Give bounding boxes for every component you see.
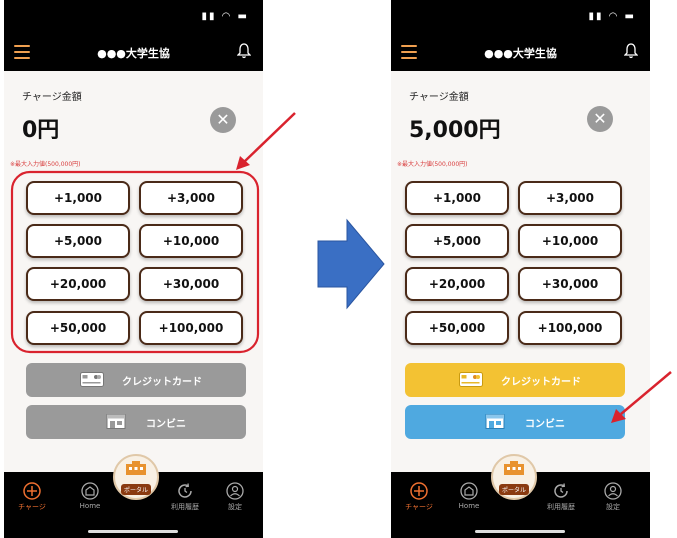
add-30000-button[interactable]: +30,000 bbox=[518, 267, 622, 301]
status-bar: ▮▮ ◠ ▬ bbox=[4, 0, 263, 34]
bottom-tab-bar: チャージ Home ポータル 利用履歴 設定 bbox=[4, 454, 263, 538]
signal-wifi-battery-icon: ▮▮ ◠ ▬ bbox=[588, 11, 636, 22]
history-icon bbox=[554, 483, 568, 498]
settings-user-icon bbox=[226, 482, 244, 500]
max-amount-note: ※最大入力値(500,000円) bbox=[397, 161, 468, 168]
home-indicator bbox=[88, 530, 178, 533]
add-50000-button[interactable]: +50,000 bbox=[405, 311, 509, 345]
add-3000-button[interactable]: +3,000 bbox=[139, 181, 243, 215]
app-title: ●●●大学生協 bbox=[97, 47, 170, 60]
clear-icon[interactable]: ✕ bbox=[587, 106, 613, 132]
tab-portal-label: ポータル bbox=[498, 484, 529, 495]
add-1000-button[interactable]: +1,000 bbox=[405, 181, 509, 215]
credit-card-icon bbox=[459, 372, 483, 387]
credit-card-icon bbox=[80, 372, 104, 387]
tab-settings-label: 設定 bbox=[228, 503, 242, 511]
charge-amount-value: 5,000円 bbox=[409, 118, 501, 143]
tab-settings[interactable]: 設定 bbox=[593, 482, 633, 512]
bell-icon[interactable] bbox=[237, 43, 251, 59]
max-amount-note: ※最大入力値(500,000円) bbox=[10, 161, 81, 168]
tab-charge[interactable]: チャージ bbox=[399, 482, 439, 512]
add-1000-button[interactable]: +1,000 bbox=[26, 181, 130, 215]
top-nav: ●●●大学生協 bbox=[4, 34, 263, 71]
add-3000-button[interactable]: +3,000 bbox=[518, 181, 622, 215]
add-100000-button[interactable]: +100,000 bbox=[518, 311, 622, 345]
tab-history[interactable]: 利用履歴 bbox=[165, 482, 205, 512]
charge-plus-icon bbox=[410, 482, 428, 500]
add-5000-button[interactable]: +5,000 bbox=[405, 224, 509, 258]
tab-history-label: 利用履歴 bbox=[171, 503, 199, 511]
credit-card-button[interactable]: クレジットカード bbox=[405, 363, 625, 397]
add-100000-button[interactable]: +100,000 bbox=[139, 311, 243, 345]
add-10000-button[interactable]: +10,000 bbox=[518, 224, 622, 258]
credit-card-label: クレジットカード bbox=[122, 377, 202, 388]
tab-settings[interactable]: 設定 bbox=[215, 482, 255, 512]
settings-user-icon bbox=[604, 482, 622, 500]
tab-portal-label: ポータル bbox=[120, 484, 151, 495]
add-20000-button[interactable]: +20,000 bbox=[405, 267, 509, 301]
home-icon bbox=[81, 482, 99, 500]
add-5000-button[interactable]: +5,000 bbox=[26, 224, 130, 258]
bell-icon[interactable] bbox=[624, 43, 638, 59]
charge-amount-value: 0円 bbox=[22, 118, 60, 143]
tab-charge[interactable]: チャージ bbox=[12, 482, 52, 512]
tab-home[interactable]: Home bbox=[449, 482, 489, 510]
convenience-store-button[interactable]: コンビニ bbox=[405, 405, 625, 439]
tab-settings-label: 設定 bbox=[606, 503, 620, 511]
tab-portal[interactable]: ポータル bbox=[491, 454, 537, 500]
home-indicator bbox=[475, 530, 565, 533]
add-50000-button[interactable]: +50,000 bbox=[26, 311, 130, 345]
phone-screen-before: ▮▮ ◠ ▬ ●●●大学生協 チャージ金額 0円 ✕ ※最大入力値(500,00… bbox=[4, 0, 263, 538]
tab-home[interactable]: Home bbox=[70, 482, 110, 510]
home-icon bbox=[460, 482, 478, 500]
tab-home-label: Home bbox=[79, 502, 101, 510]
charge-plus-icon bbox=[23, 482, 41, 500]
history-icon bbox=[178, 483, 192, 498]
charge-amount-label: チャージ金額 bbox=[409, 92, 469, 103]
add-20000-button[interactable]: +20,000 bbox=[26, 267, 130, 301]
signal-wifi-battery-icon: ▮▮ ◠ ▬ bbox=[201, 11, 249, 22]
add-10000-button[interactable]: +10,000 bbox=[139, 224, 243, 258]
app-title: ●●●大学生協 bbox=[484, 47, 557, 60]
convenience-store-button[interactable]: コンビニ bbox=[26, 405, 246, 439]
tab-charge-label: チャージ bbox=[405, 503, 433, 511]
convenience-store-label: コンビニ bbox=[525, 419, 565, 430]
top-nav: ●●●大学生協 bbox=[391, 34, 650, 71]
status-bar: ▮▮ ◠ ▬ bbox=[391, 0, 650, 34]
tab-charge-label: チャージ bbox=[18, 503, 46, 511]
convenience-store-icon bbox=[106, 414, 126, 429]
tab-history[interactable]: 利用履歴 bbox=[541, 482, 581, 512]
credit-card-button[interactable]: クレジットカード bbox=[26, 363, 246, 397]
credit-card-label: クレジットカード bbox=[501, 377, 581, 388]
tab-home-label: Home bbox=[458, 502, 480, 510]
portal-building-icon bbox=[504, 461, 524, 475]
portal-building-icon bbox=[126, 461, 146, 475]
convenience-store-icon bbox=[485, 414, 505, 429]
phone-screen-after: ▮▮ ◠ ▬ ●●●大学生協 チャージ金額 5,000円 ✕ ※最大入力値(50… bbox=[391, 0, 650, 538]
tab-portal[interactable]: ポータル bbox=[113, 454, 159, 500]
bottom-tab-bar: チャージ Home ポータル 利用履歴 設定 bbox=[391, 454, 650, 538]
transition-arrow-icon bbox=[317, 218, 385, 310]
convenience-store-label: コンビニ bbox=[146, 419, 186, 430]
charge-amount-label: チャージ金額 bbox=[22, 92, 82, 103]
clear-icon[interactable]: ✕ bbox=[210, 107, 236, 133]
tab-history-label: 利用履歴 bbox=[547, 503, 575, 511]
add-30000-button[interactable]: +30,000 bbox=[139, 267, 243, 301]
